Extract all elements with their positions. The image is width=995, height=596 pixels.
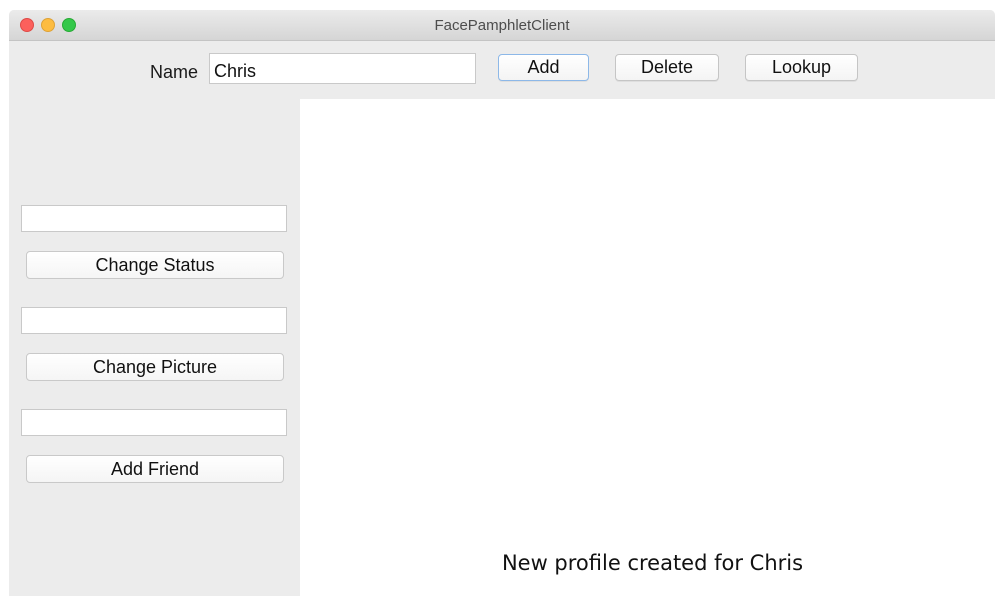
- main-content: Name Chris Add Delete Lookup Change Stat…: [9, 41, 995, 596]
- control-sidebar: Change Status Change Picture Add Friend: [9, 99, 300, 596]
- status-message: New profile created for Chris: [501, 551, 804, 575]
- change-status-button[interactable]: Change Status: [26, 251, 284, 279]
- delete-button[interactable]: Delete: [615, 54, 719, 81]
- add-button[interactable]: Add: [498, 54, 589, 81]
- name-label: Name: [149, 62, 198, 82]
- profile-canvas: New profile created for Chris: [300, 99, 995, 596]
- status-field[interactable]: [21, 205, 287, 232]
- title-bar: FacePamphletClient: [9, 10, 995, 41]
- change-picture-button[interactable]: Change Picture: [26, 353, 284, 381]
- picture-field[interactable]: [21, 307, 287, 334]
- window-title: FacePamphletClient: [434, 17, 570, 34]
- name-input[interactable]: Chris: [209, 53, 476, 84]
- app-window: FacePamphletClient Name Chris Add Delete…: [9, 10, 995, 596]
- friend-field[interactable]: [21, 409, 287, 436]
- lookup-button[interactable]: Lookup: [745, 54, 858, 81]
- add-friend-button[interactable]: Add Friend: [26, 455, 284, 483]
